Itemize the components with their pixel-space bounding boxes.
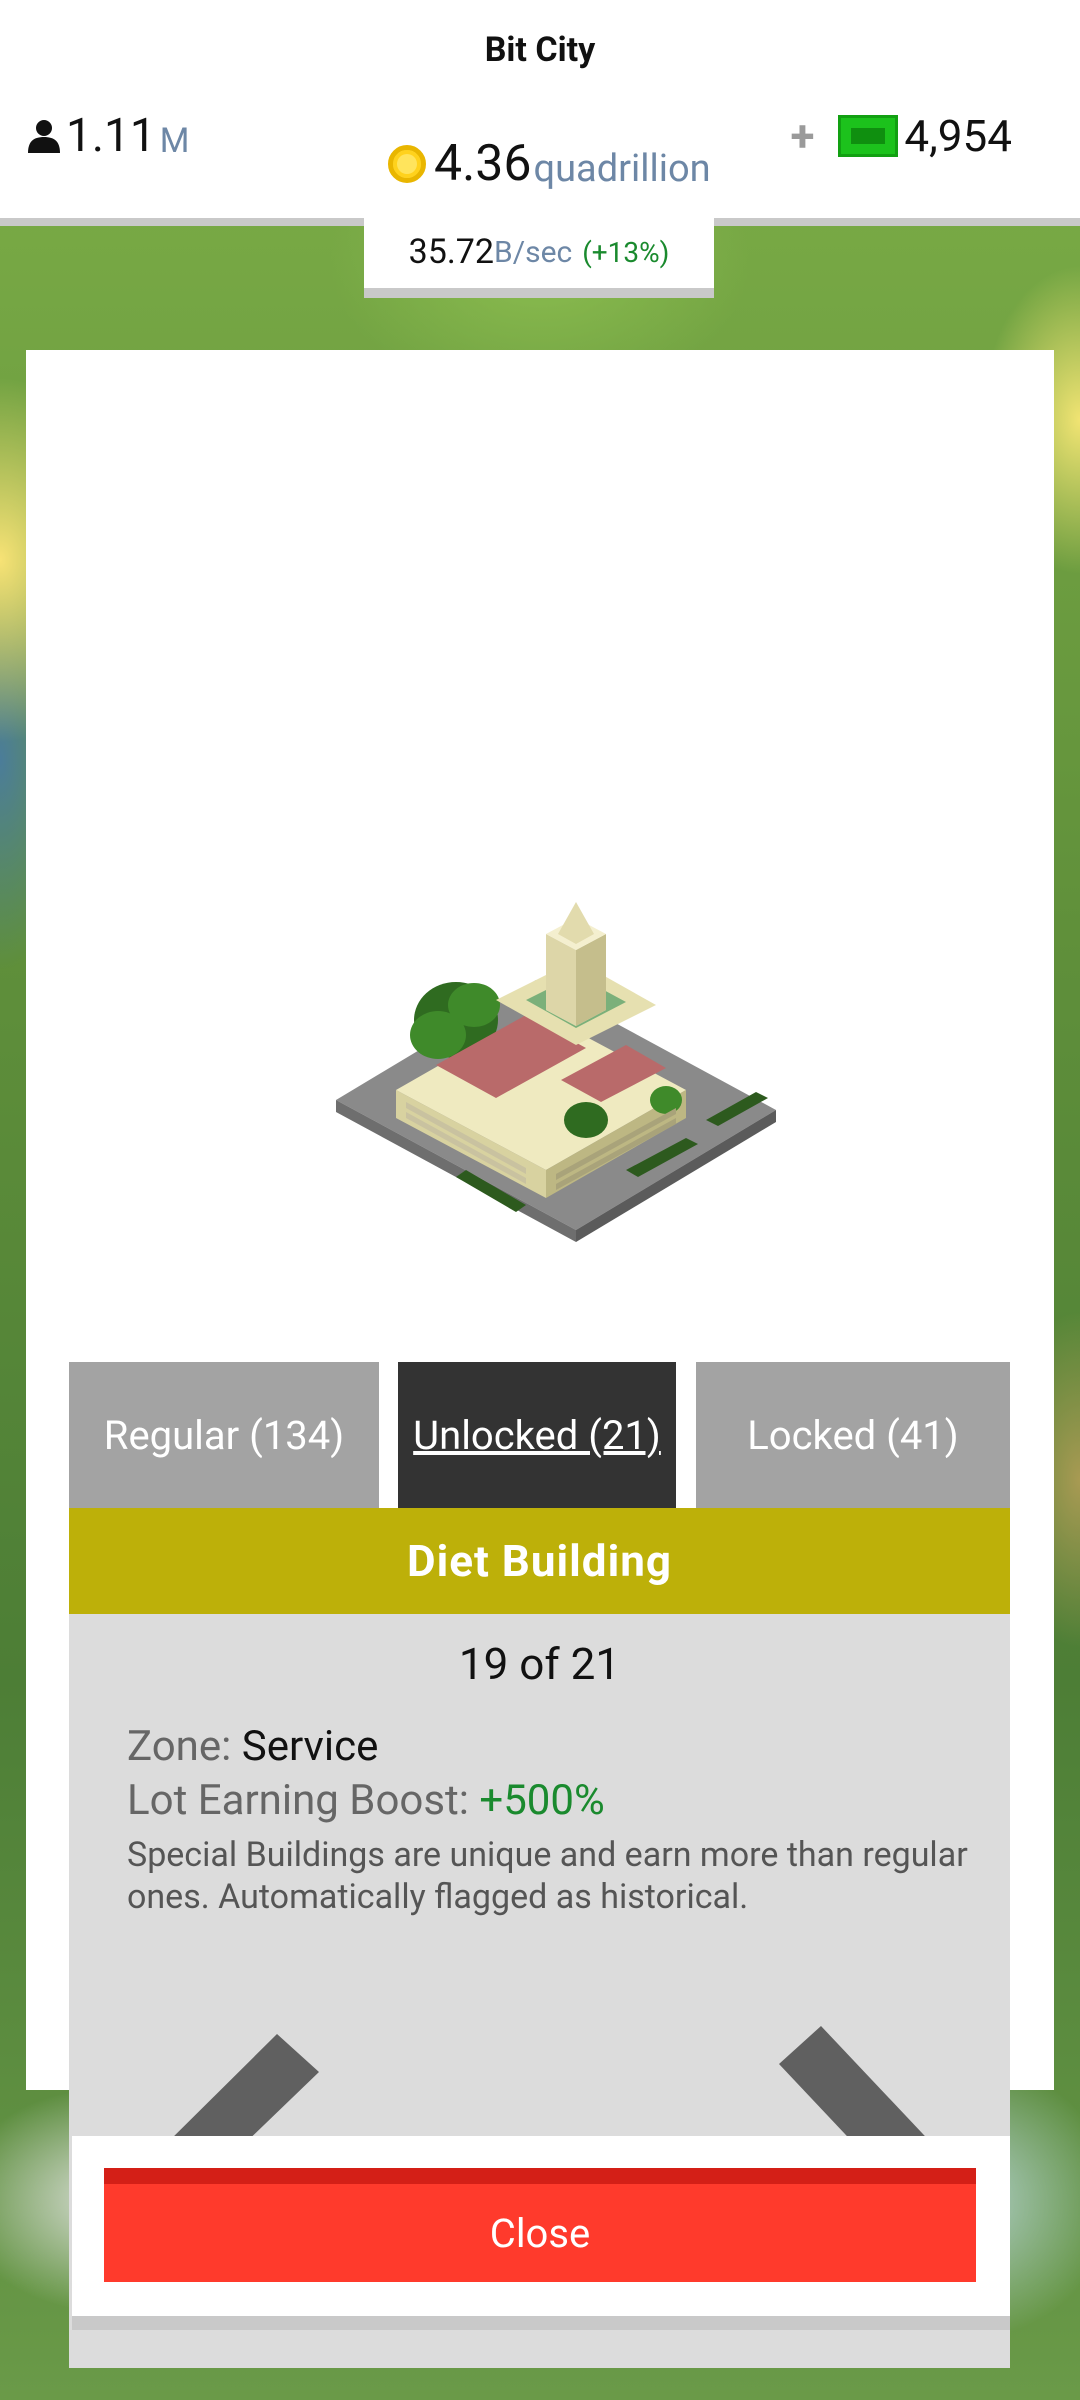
coin-icon — [388, 145, 426, 183]
tab-locked[interactable]: Locked (41) — [696, 1362, 1010, 1508]
building-counter: 19 of 21 — [458, 1638, 621, 1690]
coins-display: 4.36 quadrillion — [388, 132, 711, 196]
population-value: 1.11 — [66, 109, 156, 163]
cash-icon — [838, 115, 899, 157]
top-hud: Bit City 1.11 M 4.36 quadrillion + 4,954 — [0, 0, 1080, 218]
plus-icon[interactable]: + — [790, 110, 814, 162]
cash-display[interactable]: + 4,954 — [790, 106, 1012, 166]
boost-line: Lot Earning Boost: +500% — [127, 1774, 977, 1828]
rate-value: 35.72 — [408, 232, 495, 272]
zone-value: Service — [241, 1722, 379, 1771]
building-description: Special Buildings are unique and earn mo… — [127, 1835, 968, 1917]
close-panel: Close — [72, 2136, 1010, 2330]
close-button[interactable]: Close — [104, 2168, 976, 2282]
building-info: Zone: Service Lot Earning Boost: +500% S… — [127, 1720, 977, 1918]
person-icon — [28, 120, 60, 153]
tab-regular[interactable]: Regular (134) — [69, 1362, 379, 1508]
rate-unit: B/sec — [494, 234, 573, 270]
tab-unlocked[interactable]: Unlocked (21) — [398, 1362, 676, 1508]
zone-label: Zone: — [127, 1722, 232, 1771]
income-rate: 35.72 B/sec (+13%) — [364, 216, 714, 298]
building-name: Diet Building — [69, 1508, 1010, 1614]
app-title: Bit City — [484, 30, 596, 70]
coins-unit: quadrillion — [533, 147, 711, 191]
building-panel: Regular (134) Unlocked (21) Locked (41) … — [26, 350, 1054, 2368]
cash-value: 4,954 — [904, 110, 1012, 162]
population-unit: M — [159, 121, 190, 161]
building-image — [336, 902, 776, 1242]
rate-change: (+13%) — [582, 235, 670, 269]
population-display: 1.11 M — [26, 106, 189, 166]
boost-label: Lot Earning Boost: — [127, 1776, 469, 1825]
zone-line: Zone: Service — [127, 1720, 977, 1774]
boost-value: +500% — [479, 1776, 605, 1825]
coins-value: 4.36 — [434, 135, 532, 193]
